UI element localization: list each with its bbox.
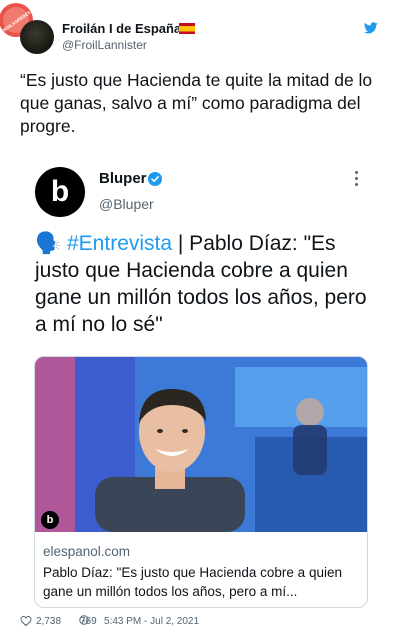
user-handle[interactable]: @FroilLannister <box>62 38 147 52</box>
speaking-head-emoji: 🗣️ <box>35 232 62 255</box>
link-card[interactable]: b elespanol.com Pablo Díaz: "Es justo qu… <box>34 356 368 608</box>
card-domain[interactable]: elespanol.com <box>43 544 130 559</box>
verified-badge-icon <box>148 172 162 186</box>
more-options-icon[interactable] <box>355 171 359 189</box>
hashtag-link[interactable]: #Entrevista <box>67 232 172 255</box>
quote-text: 🗣️ #Entrevista | Pablo Díaz: "Es justo q… <box>35 230 375 338</box>
card-photo <box>35 357 367 532</box>
quote-avatar-logo: b <box>50 175 70 208</box>
card-image[interactable] <box>35 357 367 532</box>
like-count: 2,738 <box>36 616 62 627</box>
avatar[interactable] <box>20 20 54 54</box>
display-name[interactable]: Froilán I de España <box>62 21 181 36</box>
quote-handle[interactable]: @Bluper <box>99 196 154 212</box>
card-title[interactable]: Pablo Díaz: "Es justo que Hacienda cobre… <box>43 563 361 601</box>
info-number: 769 <box>80 616 97 627</box>
quote-display-name[interactable]: Bluper <box>99 170 147 187</box>
card-source-logo: b <box>41 511 59 529</box>
spain-flag-icon <box>179 23 195 34</box>
tweet-text: “Es justo que Hacienda te quite la mitad… <box>20 70 373 136</box>
heart-icon[interactable] <box>20 615 32 627</box>
twitter-bird-icon[interactable] <box>364 22 378 34</box>
timestamp[interactable]: 5:43 PM - Jul 2, 2021 <box>104 616 199 627</box>
